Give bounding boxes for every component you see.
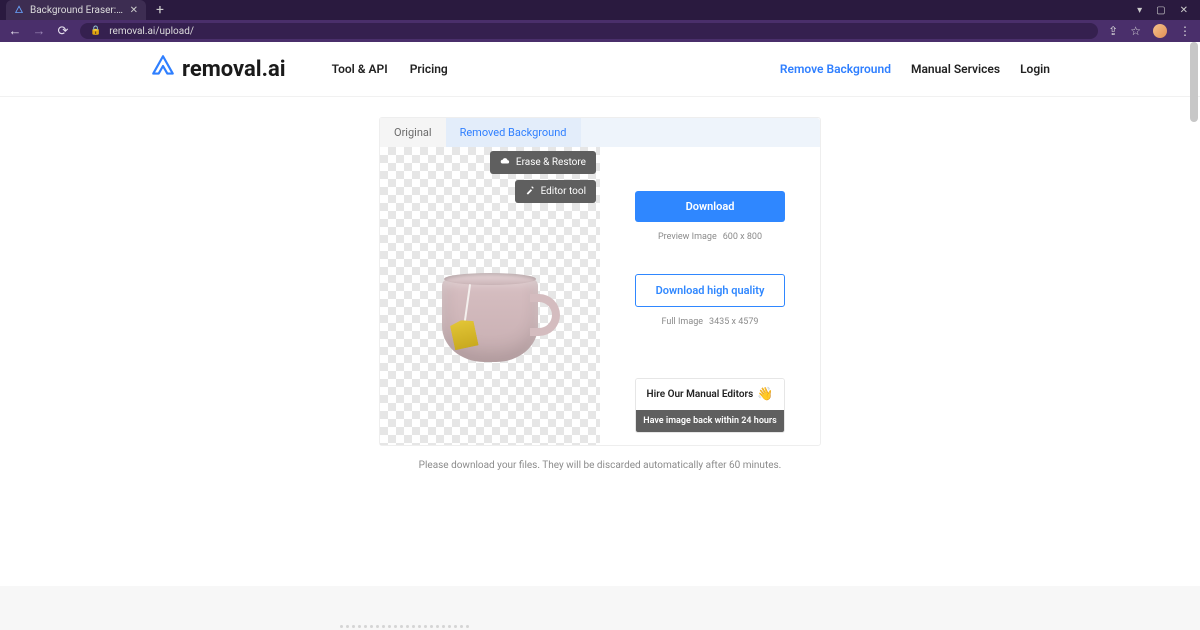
nav-left: Tool & API Pricing bbox=[332, 62, 448, 76]
window-maximize-icon[interactable]: ▢ bbox=[1156, 5, 1165, 16]
preview-dimensions: 600 x 800 bbox=[723, 232, 762, 242]
editor-tool-button[interactable]: Editor tool bbox=[515, 180, 596, 203]
forward-button[interactable]: → bbox=[32, 23, 46, 39]
download-hq-button[interactable]: Download high quality bbox=[635, 274, 785, 307]
result-card: Original Removed Background Erase & Rest… bbox=[379, 117, 821, 446]
profile-avatar[interactable] bbox=[1153, 24, 1167, 38]
scrollbar[interactable] bbox=[1190, 42, 1198, 122]
result-tabs: Original Removed Background bbox=[380, 118, 820, 147]
page: removal.ai Tool & API Pricing Remove Bac… bbox=[0, 42, 1200, 630]
full-meta: Full Image 3435 x 4579 bbox=[662, 317, 759, 327]
hire-editors-button[interactable]: Hire Our Manual Editors 👋 bbox=[636, 379, 784, 410]
cloud-icon bbox=[500, 156, 510, 169]
nav-pricing[interactable]: Pricing bbox=[410, 62, 448, 76]
browser-toolbar: ← → ⟳ 🔒 removal.ai/upload/ ⇪ ☆ ⋮ bbox=[0, 20, 1200, 42]
hire-editors-box: Hire Our Manual Editors 👋 Have image bac… bbox=[635, 378, 785, 433]
nav-manual-services[interactable]: Manual Services bbox=[911, 62, 1000, 76]
preview-meta: Preview Image 600 x 800 bbox=[658, 232, 762, 242]
wand-icon bbox=[525, 185, 535, 198]
window-close-icon[interactable]: ✕ bbox=[1180, 5, 1188, 16]
site-header: removal.ai Tool & API Pricing Remove Bac… bbox=[0, 42, 1200, 97]
download-panel: Download Preview Image 600 x 800 Downloa… bbox=[600, 147, 820, 445]
browser-titlebar: Background Eraser: Upload Your ✕ + ▾ ▢ ✕ bbox=[0, 0, 1200, 20]
wave-hand-icon: 👋 bbox=[757, 387, 773, 402]
editor-tool-label: Editor tool bbox=[541, 186, 586, 197]
nav-tool-api[interactable]: Tool & API bbox=[332, 62, 388, 76]
result-image bbox=[442, 278, 538, 362]
workspace: Original Removed Background Erase & Rest… bbox=[0, 97, 1200, 471]
window-minimize-icon[interactable]: ▾ bbox=[1137, 5, 1142, 16]
lock-icon: 🔒 bbox=[90, 26, 101, 36]
download-button[interactable]: Download bbox=[635, 191, 785, 222]
new-tab-button[interactable]: + bbox=[146, 2, 174, 18]
erase-restore-button[interactable]: Erase & Restore bbox=[490, 151, 596, 174]
preview-label: Preview Image bbox=[658, 232, 717, 242]
tab-removed-background[interactable]: Removed Background bbox=[446, 118, 581, 147]
tab-original[interactable]: Original bbox=[380, 118, 446, 147]
tab-strip: Background Eraser: Upload Your ✕ + bbox=[0, 0, 174, 20]
footer-strip bbox=[0, 586, 1200, 630]
browser-tab[interactable]: Background Eraser: Upload Your ✕ bbox=[6, 0, 146, 20]
nav-right: Remove Background Manual Services Login bbox=[780, 62, 1050, 76]
site-favicon-icon bbox=[14, 5, 24, 15]
brand-text: removal.ai bbox=[182, 57, 286, 82]
erase-restore-label: Erase & Restore bbox=[516, 157, 586, 168]
menu-icon[interactable]: ⋮ bbox=[1179, 24, 1192, 38]
discard-notice: Please download your files. They will be… bbox=[379, 460, 821, 471]
carousel-dots bbox=[340, 625, 469, 628]
hire-sub: Have image back within 24 hours bbox=[636, 410, 784, 432]
logo[interactable]: removal.ai bbox=[150, 53, 286, 85]
reload-button[interactable]: ⟳ bbox=[56, 24, 70, 39]
nav-login[interactable]: Login bbox=[1020, 62, 1050, 76]
canvas-tools: Erase & Restore Editor tool bbox=[490, 151, 596, 203]
tab-close-icon[interactable]: ✕ bbox=[130, 5, 138, 16]
hire-label: Hire Our Manual Editors bbox=[647, 389, 754, 400]
window-controls: ▾ ▢ ✕ bbox=[1137, 5, 1200, 16]
full-dimensions: 3435 x 4579 bbox=[709, 317, 758, 327]
bookmark-icon[interactable]: ☆ bbox=[1130, 24, 1141, 38]
full-label: Full Image bbox=[662, 317, 704, 327]
logo-icon bbox=[150, 53, 176, 85]
address-bar[interactable]: 🔒 removal.ai/upload/ bbox=[80, 23, 1098, 39]
nav-remove-background[interactable]: Remove Background bbox=[780, 62, 891, 76]
back-button[interactable]: ← bbox=[8, 23, 22, 39]
url-text: removal.ai/upload/ bbox=[109, 26, 194, 37]
tab-title: Background Eraser: Upload Your bbox=[30, 5, 124, 16]
image-canvas: Erase & Restore Editor tool bbox=[380, 147, 600, 445]
share-icon[interactable]: ⇪ bbox=[1108, 24, 1118, 38]
